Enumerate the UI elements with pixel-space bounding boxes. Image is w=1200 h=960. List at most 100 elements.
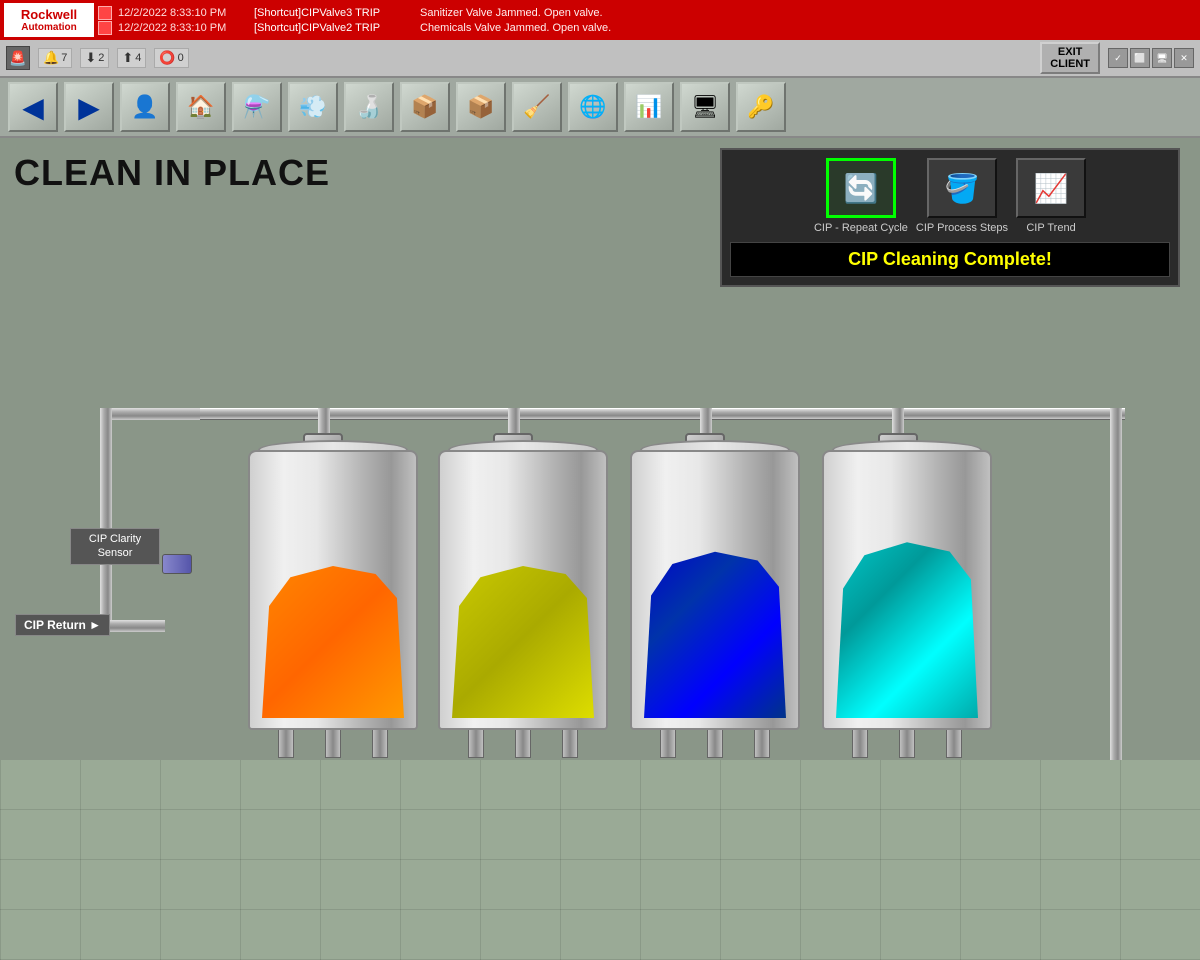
tank-chemicals-level-unit: Liters [352, 847, 379, 859]
cip-trend-button[interactable]: 📈 CIP Trend [1016, 158, 1086, 234]
pump-status-text: Idle [114, 814, 135, 828]
cip-steps-icon: 🪣 [927, 158, 997, 218]
clarity-sensor-device [162, 554, 192, 574]
alarm-down-badge: ⬇ 2 [80, 48, 109, 68]
tank-fresh-shell [822, 450, 992, 730]
tank-recovered-outlet-valve[interactable]: ⬡ [693, 760, 737, 796]
nav-forward-button[interactable]: ▶ [64, 82, 114, 132]
tank-recovered-level-value: 12499 [670, 842, 730, 864]
tool-box-button[interactable]: 📦 [400, 82, 450, 132]
tank-chemicals-outlet-valve[interactable]: ⬡ [311, 760, 355, 796]
cip-trend-icon: 📈 [1016, 158, 1086, 218]
tank-sanitizer: ⬡ Sanitizer Tank Level 7999 Liters [438, 450, 608, 870]
alarm-tag-1: [Shortcut]CIPValve3 TRIP [254, 7, 414, 19]
pump-casing: Idle [64, 803, 184, 839]
cip-process-steps-button[interactable]: 🪣 CIP Process Steps [916, 158, 1008, 234]
tank-chemicals-level-row: 8000 Liters [263, 842, 403, 864]
drain-label: Drain [1132, 818, 1182, 833]
tank-chemicals-body [248, 450, 418, 730]
tank-sanitizer-level-label: Tank Level [453, 826, 593, 840]
window-icon[interactable]: ⬜ [1130, 48, 1150, 68]
tool-box2-button[interactable]: 📦 [456, 82, 506, 132]
logo-automation: Automation [21, 22, 77, 33]
alarm-count-badge: 🔔 7 [38, 48, 72, 68]
tool-fan-button[interactable]: 💨 [288, 82, 338, 132]
check-icon[interactable]: ✓ [1108, 48, 1128, 68]
cip-steps-label: CIP Process Steps [916, 222, 1008, 234]
tank-recovered-level-row: 12499 Liters [645, 842, 785, 864]
tank-recovered-shell [630, 450, 800, 730]
pipe-left-entry [100, 408, 200, 420]
tool-broom-button[interactable]: 🧹 [512, 82, 562, 132]
alarm-indicator-2 [98, 21, 112, 35]
cip-repeat-label: CIP - Repeat Cycle [814, 222, 908, 234]
tool-chart-button[interactable]: 📊 [624, 82, 674, 132]
tank-chemicals-leg-1 [278, 728, 294, 758]
cip-button-group: 🔄 CIP - Repeat Cycle 🪣 CIP Process Steps… [730, 158, 1170, 234]
header-bar: 🚨 🔔 7 ⬇ 2 ⬆ 4 ⭕ 0 EXITCLIENT ✓ ⬜ 🖥 ✕ [0, 40, 1200, 78]
toolbar: ◀ ▶ 👤 🏠 ⚗️ 💨 🍶 📦 📦 🧹 🌐 📊 🖥 🔑 [0, 78, 1200, 138]
cip-repeat-icon: 🔄 [826, 158, 896, 218]
tank-chemicals-legs [263, 728, 403, 758]
tank-fresh-name: Fresh Water [867, 800, 947, 816]
tank-sanitizer-liquid [452, 558, 594, 718]
tank-recovered-legs [645, 728, 785, 758]
nav-back-button[interactable]: ◀ [8, 82, 58, 132]
cip-status-display: CIP Cleaning Complete! [730, 242, 1170, 277]
clarity-sensor-label: CIP ClaritySensor [70, 528, 160, 565]
pipe-right-vertical [1110, 408, 1122, 828]
tank-recovered-body [630, 450, 800, 730]
tool-key-button[interactable]: 🔑 [736, 82, 786, 132]
pump-motor-electric [18, 800, 64, 842]
tool-screen-button[interactable]: 🖥 [680, 82, 730, 132]
tank-sanitizer-shell [438, 450, 608, 730]
tank-chemicals: ⬡ Chemicals Tank Level 8000 Liters [248, 450, 418, 870]
tank-fresh-level-value: 18500 [862, 842, 922, 864]
tank-recovered-leg-1 [660, 728, 676, 758]
tank-fresh-outlet-valve[interactable]: ⬡ [885, 760, 929, 796]
alarm-bar: Rockwell Automation 12/2/2022 8:33:10 PM… [0, 0, 1200, 40]
cip-repeat-cycle-button[interactable]: 🔄 CIP - Repeat Cycle [814, 158, 908, 234]
tank-sanitizer-leg-3 [562, 728, 578, 758]
tank-fresh-water: ⬡ Fresh Water Tank Level 18500 Liters [822, 450, 992, 870]
alarm-msg-1: Sanitizer Valve Jammed. Open valve. [420, 7, 603, 19]
alarm-indicator-1 [98, 6, 112, 20]
tank-fresh-leg-2 [899, 728, 915, 758]
tool-beaker-button[interactable]: ⚗️ [232, 82, 282, 132]
cip-supply-motor-label[interactable]: CIP Supply Motor [28, 890, 132, 908]
alarm-icon[interactable]: 🚨 [6, 46, 30, 70]
tank-recovered-water: ⬡ Recovered Water Tank Level 12499 Liter… [630, 450, 800, 870]
tank-fresh-level-label: Tank Level [837, 826, 977, 840]
drain-pipe [1146, 838, 1176, 888]
tank-sanitizer-outlet-valve[interactable]: ⬡ [501, 760, 545, 796]
alarm-up-badge: ⬆ 4 [117, 48, 146, 68]
tank-chemicals-level-label: Tank Level [263, 826, 403, 840]
alarm-tag-2: [Shortcut]CIPValve2 TRIP [254, 22, 414, 34]
tool-globe-button[interactable]: 🌐 [568, 82, 618, 132]
tool-home-button[interactable]: 🏠 [176, 82, 226, 132]
logo-rockwell: Rockwell [21, 7, 77, 22]
tank-sanitizer-level-box: Tank Level 7999 Liters [443, 820, 603, 870]
alarm-list: 12/2/2022 8:33:10 PM [Shortcut]CIPValve3… [98, 6, 1196, 35]
tank-sanitizer-legs [453, 728, 593, 758]
tank-sanitizer-leg-2 [515, 728, 531, 758]
page-title: CLEAN IN PLACE [14, 152, 330, 194]
pump-assembly: Idle [18, 800, 184, 842]
tank-recovered-level-box: Tank Level 12499 Liters [635, 820, 795, 870]
tank-chemicals-liquid [262, 558, 404, 718]
exit-client-button[interactable]: EXITCLIENT [1040, 42, 1100, 74]
close-icon[interactable]: ✕ [1174, 48, 1194, 68]
tool-bottle-button[interactable]: 🍶 [344, 82, 394, 132]
tank-chemicals-shell [248, 450, 418, 730]
tank-recovered-liquid [644, 543, 786, 718]
pipe-top-horizontal [195, 408, 1125, 420]
tank-recovered-leg-3 [754, 728, 770, 758]
tool-person-button[interactable]: 👤 [120, 82, 170, 132]
alarm-time-1: 12/2/2022 8:33:10 PM [118, 7, 248, 19]
display-icon[interactable]: 🖥 [1152, 48, 1172, 68]
tank-chemicals-name: Chemicals [298, 800, 368, 816]
tank-sanitizer-body [438, 450, 608, 730]
tank-recovered-name: Recovered Water [658, 800, 772, 816]
alarm-entry-2: 12/2/2022 8:33:10 PM [Shortcut]CIPValve2… [98, 21, 1196, 35]
tank-fresh-liquid [836, 533, 978, 718]
